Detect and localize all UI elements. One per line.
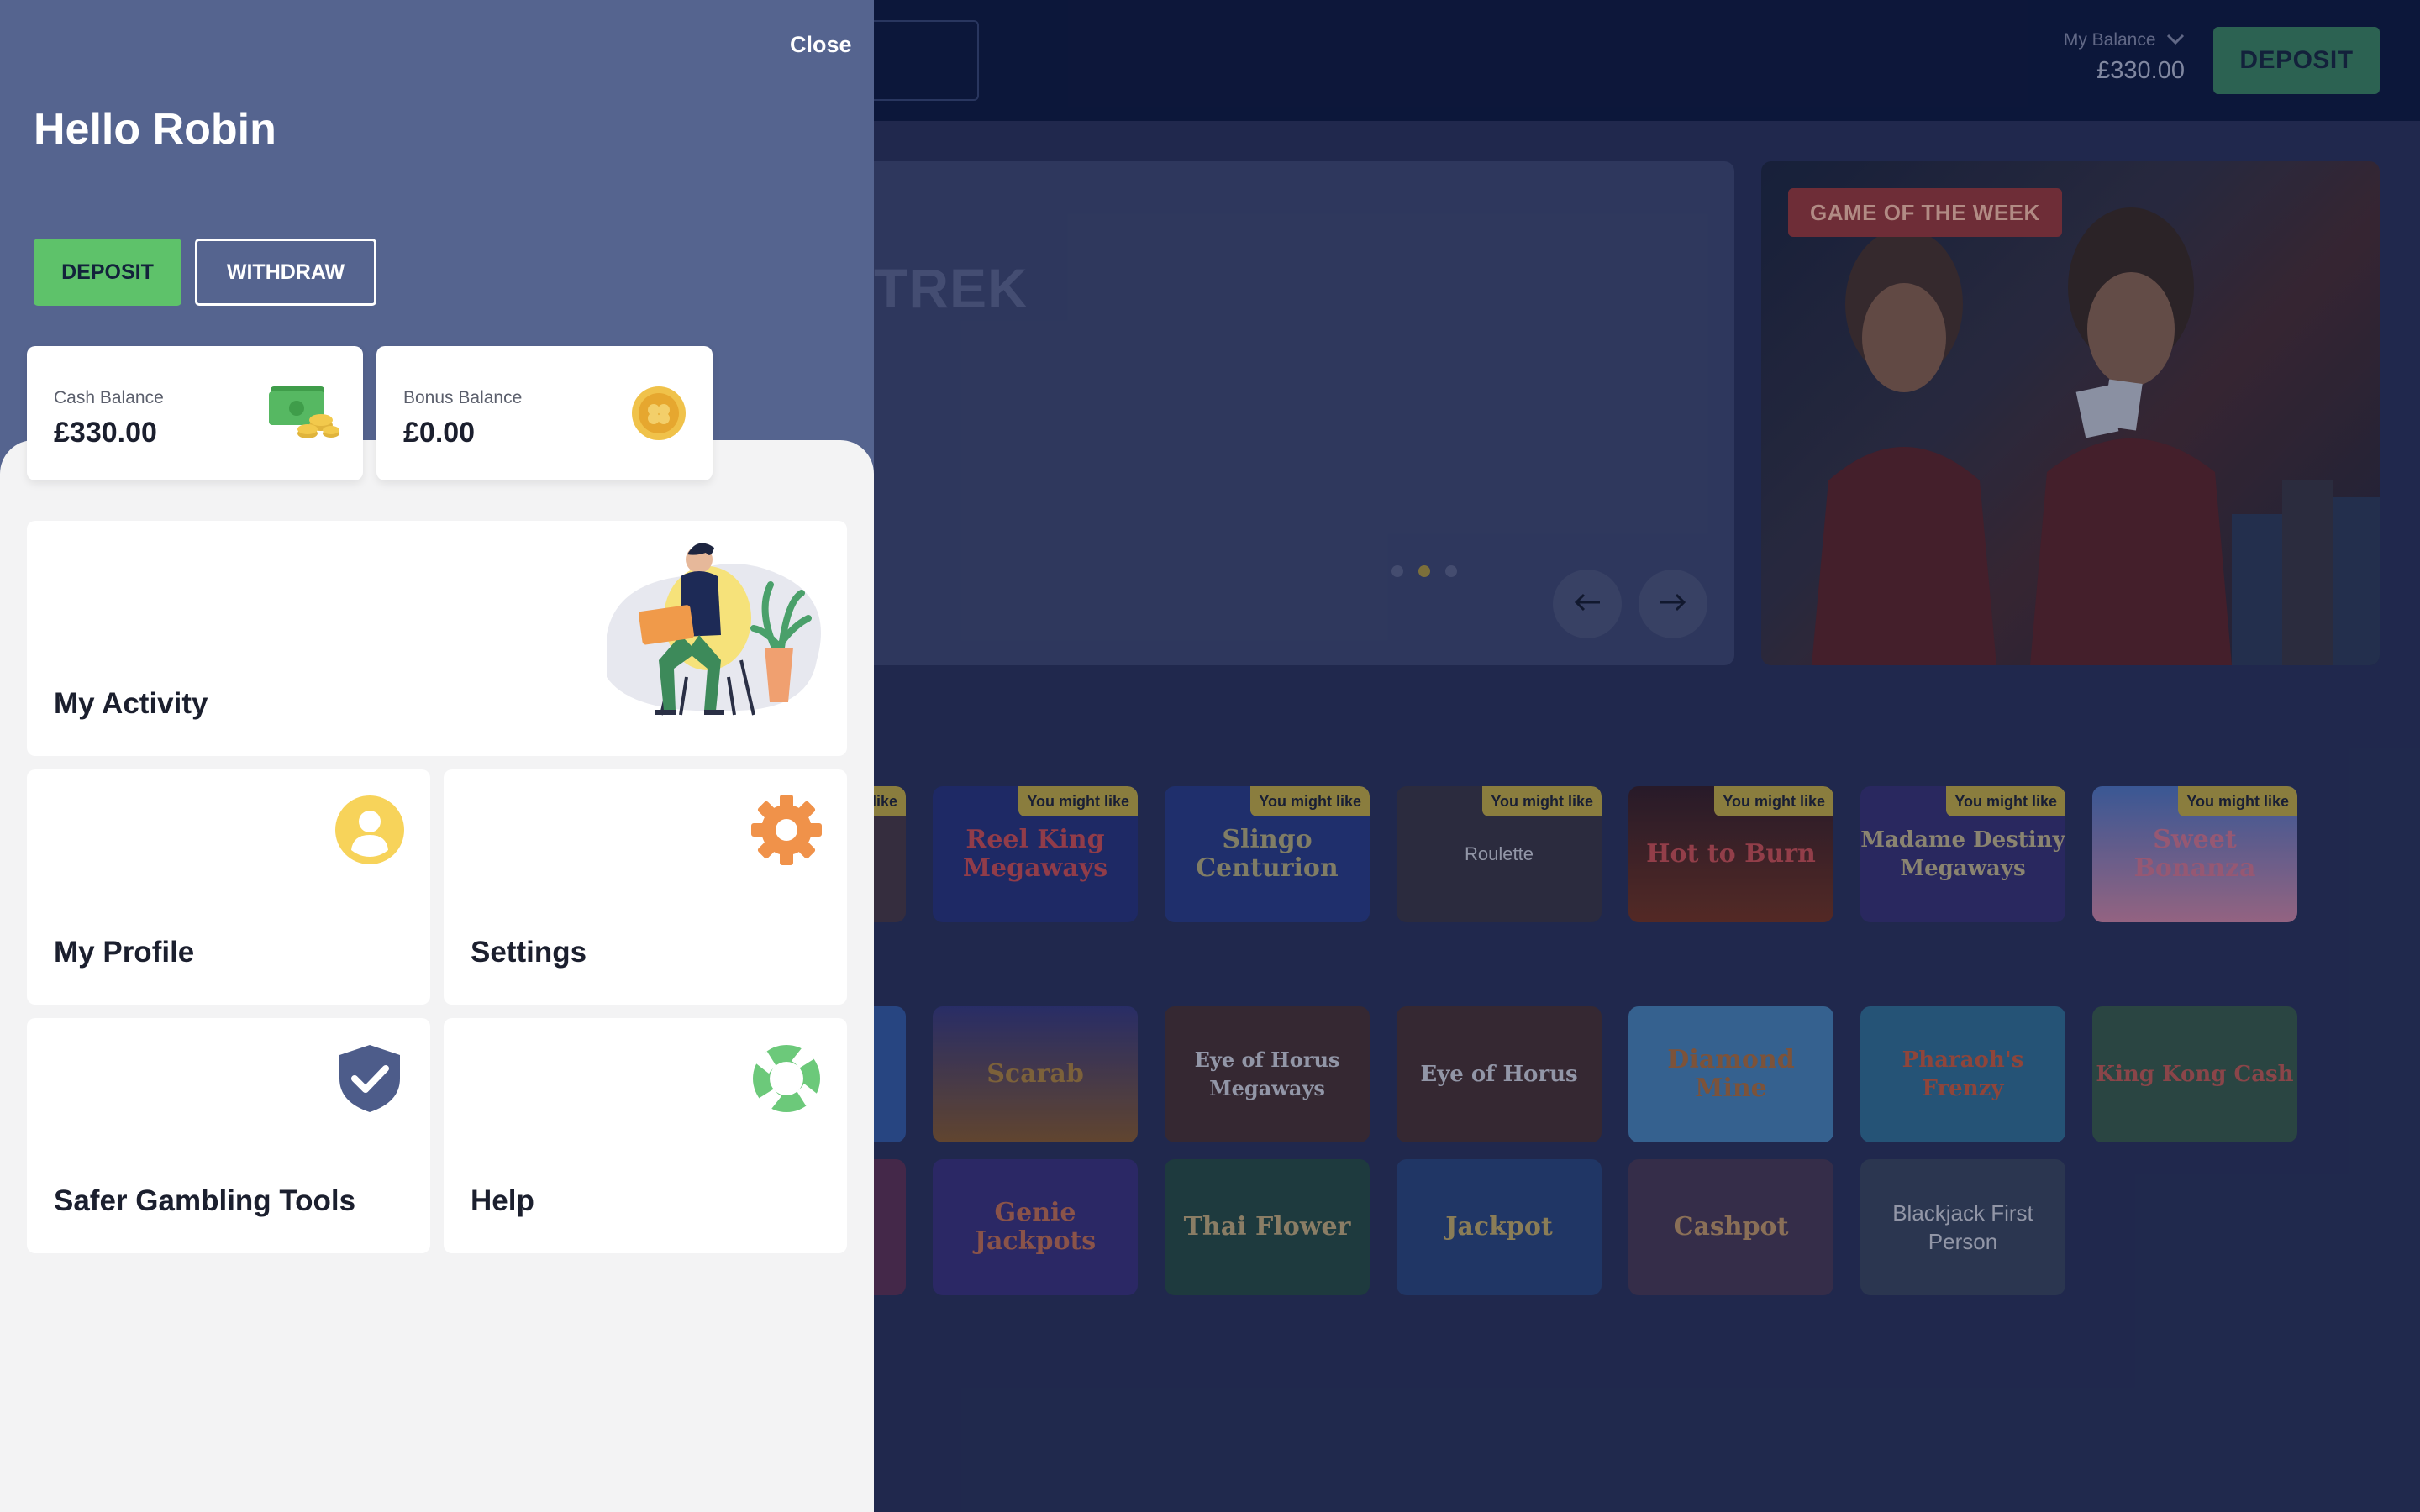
gear-icon [751, 795, 822, 869]
greeting: Hello Robin [34, 105, 276, 154]
bonus-balance-card: Bonus Balance £0.00 [376, 346, 713, 480]
bonus-balance-label: Bonus Balance [403, 388, 523, 407]
my-activity-card[interactable]: My Activity [27, 521, 847, 756]
my-profile-card[interactable]: My Profile [27, 769, 430, 1005]
safer-gambling-card[interactable]: Safer Gambling Tools [27, 1018, 430, 1253]
close-button[interactable]: Close [790, 32, 852, 58]
settings-label: Settings [471, 936, 587, 969]
cash-balance-card: Cash Balance £330.00 [27, 346, 363, 480]
settings-card[interactable]: Settings [444, 769, 847, 1005]
cash-balance-label: Cash Balance [54, 388, 164, 407]
shield-check-icon [338, 1043, 402, 1118]
help-card[interactable]: Help [444, 1018, 847, 1253]
withdraw-button[interactable]: WITHDRAW [195, 239, 376, 306]
bonus-coin-icon [630, 385, 687, 446]
cash-balance-amount: £330.00 [54, 417, 157, 449]
my-activity-label: My Activity [54, 687, 208, 720]
user-profile-icon [334, 795, 405, 869]
lifebuoy-icon [751, 1043, 822, 1118]
activity-illustration-icon [581, 534, 834, 728]
cash-money-icon [267, 383, 339, 446]
account-drawer: Close Hello Robin DEPOSIT WITHDRAW Cash … [0, 0, 874, 1512]
my-profile-label: My Profile [54, 936, 195, 969]
deposit-button[interactable]: DEPOSIT [34, 239, 182, 306]
safer-gambling-label: Safer Gambling Tools [54, 1184, 356, 1217]
bonus-balance-amount: £0.00 [403, 417, 476, 449]
help-label: Help [471, 1184, 534, 1217]
